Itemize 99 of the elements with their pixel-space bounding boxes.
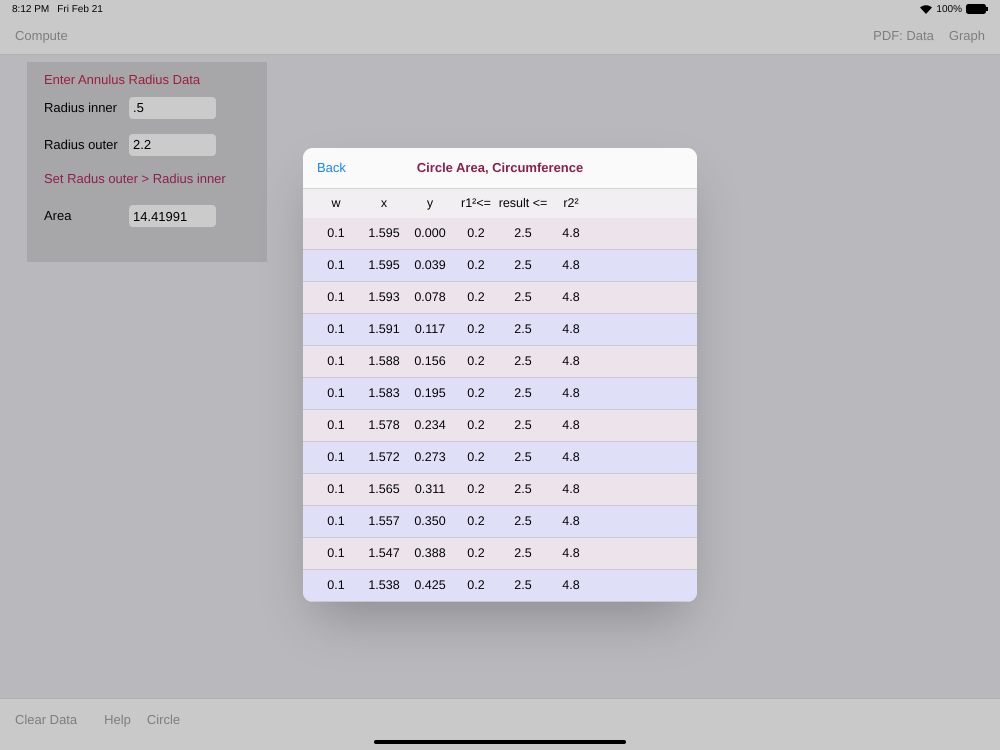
table-cell-text: 0.2 xyxy=(467,385,485,402)
column-header: r2² xyxy=(563,195,579,212)
table-cell-text: 4.8 xyxy=(562,481,580,498)
column-header: x xyxy=(380,195,388,212)
table-cell-text: 0.2 xyxy=(467,545,485,562)
table-cell-text: 0.2 xyxy=(467,577,485,594)
table-cell-text: 0.195 xyxy=(414,385,446,402)
table-cell-text: 1.595 xyxy=(368,257,400,274)
table-cell-text: 0.039 xyxy=(414,257,446,274)
table-cell-text: 2.5 xyxy=(514,417,532,434)
table-cell-text: 1.547 xyxy=(368,545,400,562)
toolbar-button[interactable]: PDF: Data xyxy=(873,26,934,46)
table-cell-text: 0.078 xyxy=(414,289,446,306)
table-cell-text: 4.8 xyxy=(562,513,580,530)
table-cell-text: 0.350 xyxy=(414,513,446,530)
table-cell-text: 0.000 xyxy=(414,225,446,242)
field-label: Area xyxy=(44,207,72,226)
table-cell-text: 1.583 xyxy=(368,385,400,402)
table-cell-text: 0.2 xyxy=(467,289,485,306)
table-cell-text: 4.8 xyxy=(562,417,580,434)
status-date: Fri Feb 21 xyxy=(57,2,103,16)
table-cell-text: 0.1 xyxy=(327,513,345,530)
table-cell-text: 0.2 xyxy=(467,321,485,338)
column-header: r1²<= xyxy=(461,195,491,212)
table-cell-text: 2.5 xyxy=(514,321,532,338)
table-cell-text: 0.1 xyxy=(327,417,345,434)
battery-icon xyxy=(966,4,988,14)
table-cell-text: 1.572 xyxy=(368,449,400,466)
table-cell-text: 0.2 xyxy=(467,417,485,434)
table-cell-text: 2.5 xyxy=(514,513,532,530)
table-cell-text: 2.5 xyxy=(514,385,532,402)
table-cell-text: 2.5 xyxy=(514,257,532,274)
table-cell-text: 0.2 xyxy=(467,225,485,242)
table-cell-text: 0.1 xyxy=(327,289,345,306)
table-cell-text: 0.1 xyxy=(327,257,345,274)
table-cell-text: 1.538 xyxy=(368,577,400,594)
table-cell-text: 1.557 xyxy=(368,513,400,530)
toolbar-button[interactable]: Clear Data xyxy=(15,710,78,730)
battery-percentage: 100% xyxy=(936,2,962,16)
toolbar-button[interactable]: Help xyxy=(104,710,131,730)
table-cell-text: 0.1 xyxy=(327,449,345,466)
hint-text: Set Radus outer > Radius inner xyxy=(44,170,227,188)
table-cell-text: 2.5 xyxy=(514,545,532,562)
table-cell-text: 4.8 xyxy=(562,449,580,466)
table-cell-text: 0.1 xyxy=(327,321,345,338)
wifi-icon xyxy=(920,4,932,14)
table-cell-text: 0.1 xyxy=(327,481,345,498)
table-cell-text: 0.1 xyxy=(327,545,345,562)
table-cell-text: 0.234 xyxy=(414,417,446,434)
column-header: result <= xyxy=(498,195,548,212)
input-field[interactable]: 2.2 xyxy=(129,134,216,156)
table-cell-text: 0.2 xyxy=(467,353,485,370)
table-cell-text: 0.311 xyxy=(414,481,446,498)
column-header: y xyxy=(426,195,434,212)
table-cell-text: 1.565 xyxy=(368,481,400,498)
table-cell-text: 1.595 xyxy=(368,225,400,242)
table-cell-text: 4.8 xyxy=(562,545,580,562)
back-button[interactable]: Back xyxy=(317,158,346,178)
field-label: Radius outer xyxy=(44,136,119,154)
table-cell-text: 0.388 xyxy=(414,545,446,562)
table-cell-text: 2.5 xyxy=(514,577,532,594)
table-cell-text: 1.578 xyxy=(368,417,400,434)
table-cell-text: 4.8 xyxy=(562,321,580,338)
table-cell-text: 0.2 xyxy=(467,513,485,530)
table-cell-text: 0.1 xyxy=(327,225,345,242)
table-cell-text: 2.5 xyxy=(514,481,532,498)
column-header: w xyxy=(331,195,341,212)
table-cell-text: 2.5 xyxy=(514,449,532,466)
table-cell-text: 0.117 xyxy=(414,321,446,338)
table-cell-text: 0.1 xyxy=(327,353,345,370)
table-cell-text: 0.2 xyxy=(467,481,485,498)
table-cell-text: 0.2 xyxy=(467,257,485,274)
table-cell-text: 0.2 xyxy=(467,449,485,466)
field-label: Radius inner xyxy=(44,98,118,117)
table-cell-text: 1.588 xyxy=(368,353,400,370)
table-cell-text: 2.5 xyxy=(514,289,532,306)
table-cell-text: 4.8 xyxy=(562,257,580,274)
input-field[interactable]: .5 xyxy=(129,96,216,118)
table-cell-text: 2.5 xyxy=(514,225,532,242)
table-cell-text: 4.8 xyxy=(562,577,580,594)
status-time: 8:12 PM xyxy=(12,2,50,16)
table-cell-text: 0.1 xyxy=(327,577,345,594)
table-cell-text: 4.8 xyxy=(562,353,580,370)
toolbar-button[interactable]: Circle xyxy=(146,710,180,730)
table-cell-text: 4.8 xyxy=(562,385,580,402)
dialog-title: Circle Area, Circumference xyxy=(416,159,584,178)
table-cell-text: 4.8 xyxy=(562,225,580,242)
table-cell-text: 0.425 xyxy=(414,577,446,594)
toolbar-button[interactable]: Compute xyxy=(15,26,68,46)
table-cell-text: 1.591 xyxy=(368,321,400,338)
form-title: Enter Annulus Radius Data xyxy=(44,71,202,89)
table-cell-text: 0.156 xyxy=(414,353,446,370)
table-cell-text: 0.1 xyxy=(327,385,345,402)
table-cell-text: 4.8 xyxy=(562,289,580,306)
result-field[interactable]: 14.41991 xyxy=(129,205,216,227)
table-cell-text: 2.5 xyxy=(514,353,532,370)
table-cell-text: 1.593 xyxy=(368,289,400,306)
toolbar-button[interactable]: Graph xyxy=(948,26,985,46)
table-cell-text: 0.273 xyxy=(414,449,446,466)
